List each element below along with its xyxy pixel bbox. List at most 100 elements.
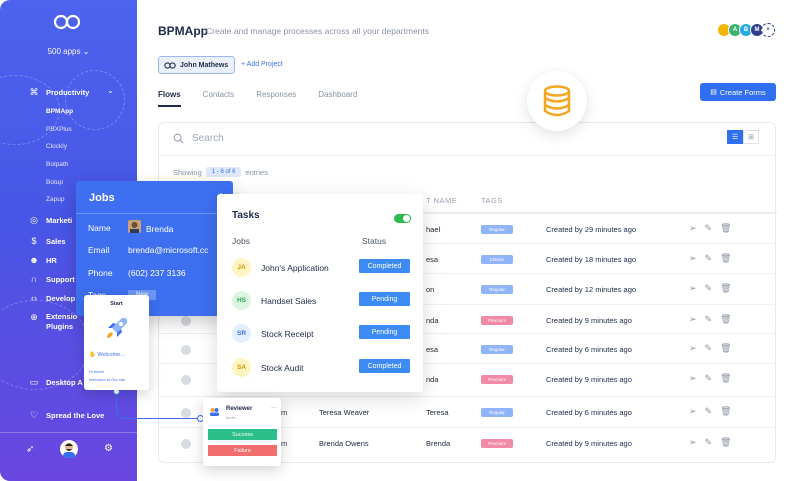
row-created: Created by 18 minutes ago xyxy=(546,255,637,264)
tab-contacts[interactable]: Contacts xyxy=(203,90,235,107)
edit-icon[interactable]: ✎ xyxy=(705,283,713,294)
row-tag[interactable]: Regular xyxy=(481,408,513,417)
trash-icon[interactable]: 🗑 xyxy=(720,406,731,417)
edit-icon[interactable]: ✎ xyxy=(705,437,713,448)
tasks-title: Tasks xyxy=(232,210,260,221)
failure-branch[interactable]: Failure xyxy=(208,445,277,456)
search-bar[interactable]: Search xyxy=(173,133,224,144)
trash-icon[interactable]: 🗑 xyxy=(720,343,731,354)
send-icon[interactable]: ➢ xyxy=(689,223,697,234)
send-icon[interactable]: ➢ xyxy=(689,283,697,294)
row-tag[interactable]: Regular xyxy=(481,345,513,354)
tasks-toggle[interactable] xyxy=(394,214,411,223)
sidebar-item-productivity[interactable]: Productivity xyxy=(46,88,89,97)
trash-icon[interactable]: 🗑 xyxy=(720,253,731,264)
row-lastname: Brenda xyxy=(426,439,451,448)
database-badge xyxy=(527,71,587,131)
row-actions: ➢ ✎ 🗑 xyxy=(689,314,740,325)
grid-view-icon[interactable]: ⊞ xyxy=(743,130,759,144)
trash-icon[interactable]: 🗑 xyxy=(720,373,731,384)
task-row[interactable]: SR Stock Receipt Pending xyxy=(232,324,412,346)
sidebar-item-desktop-apps[interactable]: Desktop A xyxy=(46,378,83,387)
row-tag[interactable]: Premium xyxy=(481,439,513,448)
edit-icon[interactable]: ✎ xyxy=(705,223,713,234)
row-select-radio[interactable] xyxy=(181,439,191,449)
avatar[interactable] xyxy=(60,440,78,458)
sidebar-item-sales[interactable]: Sales xyxy=(46,237,66,246)
add-member-button[interactable]: + xyxy=(761,23,775,37)
row-tag[interactable]: Regular xyxy=(481,285,513,294)
success-branch[interactable]: Success xyxy=(208,429,277,440)
column-header-last-name[interactable]: T NAME xyxy=(426,196,457,205)
add-project-link[interactable]: + Add Project xyxy=(241,61,283,68)
row-select-radio[interactable] xyxy=(181,375,191,385)
row-select-radio[interactable] xyxy=(181,316,191,326)
avatar-group[interactable]: A B M + xyxy=(717,23,775,37)
app-window: 500 apps ⌄ ⌘ Productivity ⌄ BPMApp PBXPl… xyxy=(0,0,799,481)
trash-icon[interactable]: 🗑 xyxy=(720,437,731,448)
task-row[interactable]: SA Stock Audit Completed xyxy=(232,358,412,380)
trash-icon[interactable]: 🗑 xyxy=(720,314,731,325)
sidebar-item-hr[interactable]: HR xyxy=(46,256,57,265)
gear-icon[interactable]: ⚙ xyxy=(104,443,113,454)
send-icon[interactable]: ➢ xyxy=(689,406,697,417)
task-status-badge[interactable]: Pending xyxy=(359,292,410,306)
row-select-radio[interactable] xyxy=(181,345,191,355)
create-forms-button[interactable]: ▤ Create Forms xyxy=(700,83,776,101)
column-header-tags[interactable]: TAGS xyxy=(481,196,503,205)
name-label: Name xyxy=(88,223,111,233)
edit-icon[interactable]: ✎ xyxy=(705,314,713,325)
row-tag[interactable]: Premium xyxy=(481,316,513,325)
edit-icon[interactable]: ✎ xyxy=(705,253,713,264)
task-status-badge[interactable]: Completed xyxy=(359,259,410,273)
greeting-text: Hi there! xyxy=(89,369,105,374)
tab-responses[interactable]: Responses xyxy=(256,90,296,107)
app-logo-icon[interactable] xyxy=(53,14,81,30)
task-name: Stock Audit xyxy=(261,363,304,373)
tab-flows[interactable]: Flows xyxy=(158,90,181,107)
row-tag[interactable]: Regular xyxy=(481,225,513,234)
start-node-card[interactable]: Start ✋ Welcome... Hi there! Welcome to … xyxy=(84,295,149,390)
row-tag[interactable]: Premium xyxy=(481,375,513,384)
sidebar-divider xyxy=(0,432,137,433)
search-icon xyxy=(173,133,184,144)
sidebar-item-developers[interactable]: Develop xyxy=(46,294,75,303)
task-row[interactable]: JA John's Application Completed xyxy=(232,258,412,280)
sidebar-item-marketing[interactable]: Marketi xyxy=(46,216,72,225)
sidebar-subitem-botup[interactable]: Botup xyxy=(46,179,63,186)
column-header-jobs: Jobs xyxy=(232,236,250,246)
send-icon[interactable]: ➢ xyxy=(689,373,697,384)
row-tag[interactable]: Classic xyxy=(481,255,513,264)
edit-icon[interactable]: ✎ xyxy=(705,343,713,354)
email-label: Email xyxy=(88,245,110,255)
more-icon[interactable]: ... xyxy=(271,403,277,410)
sidebar-subitem-bpmapp[interactable]: BPMApp xyxy=(46,108,73,115)
tab-dashboard[interactable]: Dashboard xyxy=(318,90,357,107)
rocket-icon[interactable]: ➶ xyxy=(26,444,34,455)
sidebar-subitem-botpath[interactable]: Botpath xyxy=(46,161,68,168)
search-input[interactable]: Search xyxy=(192,133,224,144)
sidebar-item-spread-the-love[interactable]: Spread the Love xyxy=(46,411,104,420)
send-icon[interactable]: ➢ xyxy=(689,437,697,448)
apps-switcher[interactable]: 500 apps ⌄ xyxy=(0,47,137,56)
task-row[interactable]: HS Handset Sales Pending xyxy=(232,291,412,313)
edit-icon[interactable]: ✎ xyxy=(705,406,713,417)
entries-label: entries xyxy=(245,167,268,177)
list-view-icon[interactable]: ☰ xyxy=(727,130,743,144)
sidebar-subitem-pbxplus[interactable]: PBXPlus xyxy=(46,126,72,133)
entries-range[interactable]: 1 - 6 of 6 xyxy=(205,167,242,177)
send-icon[interactable]: ➢ xyxy=(689,343,697,354)
project-chip[interactable]: John Mathews xyxy=(158,56,235,74)
trash-icon[interactable]: 🗑 xyxy=(720,223,731,234)
sidebar-item-support[interactable]: Support xyxy=(46,275,75,284)
send-icon[interactable]: ➢ xyxy=(689,253,697,264)
send-icon[interactable]: ➢ xyxy=(689,314,697,325)
reviewer-node-card[interactable]: Reviewer Ilenth ... Success Failure xyxy=(203,398,281,466)
sidebar-subitem-zapup[interactable]: Zapup xyxy=(46,196,64,203)
trash-icon[interactable]: 🗑 xyxy=(720,283,731,294)
task-status-badge[interactable]: Completed xyxy=(359,359,410,373)
edit-icon[interactable]: ✎ xyxy=(705,373,713,384)
task-status-badge[interactable]: Pending xyxy=(359,325,410,339)
sidebar-item-extensions[interactable]: Extensio xyxy=(46,312,77,321)
sidebar-subitem-clockly[interactable]: Clockly xyxy=(46,143,67,150)
